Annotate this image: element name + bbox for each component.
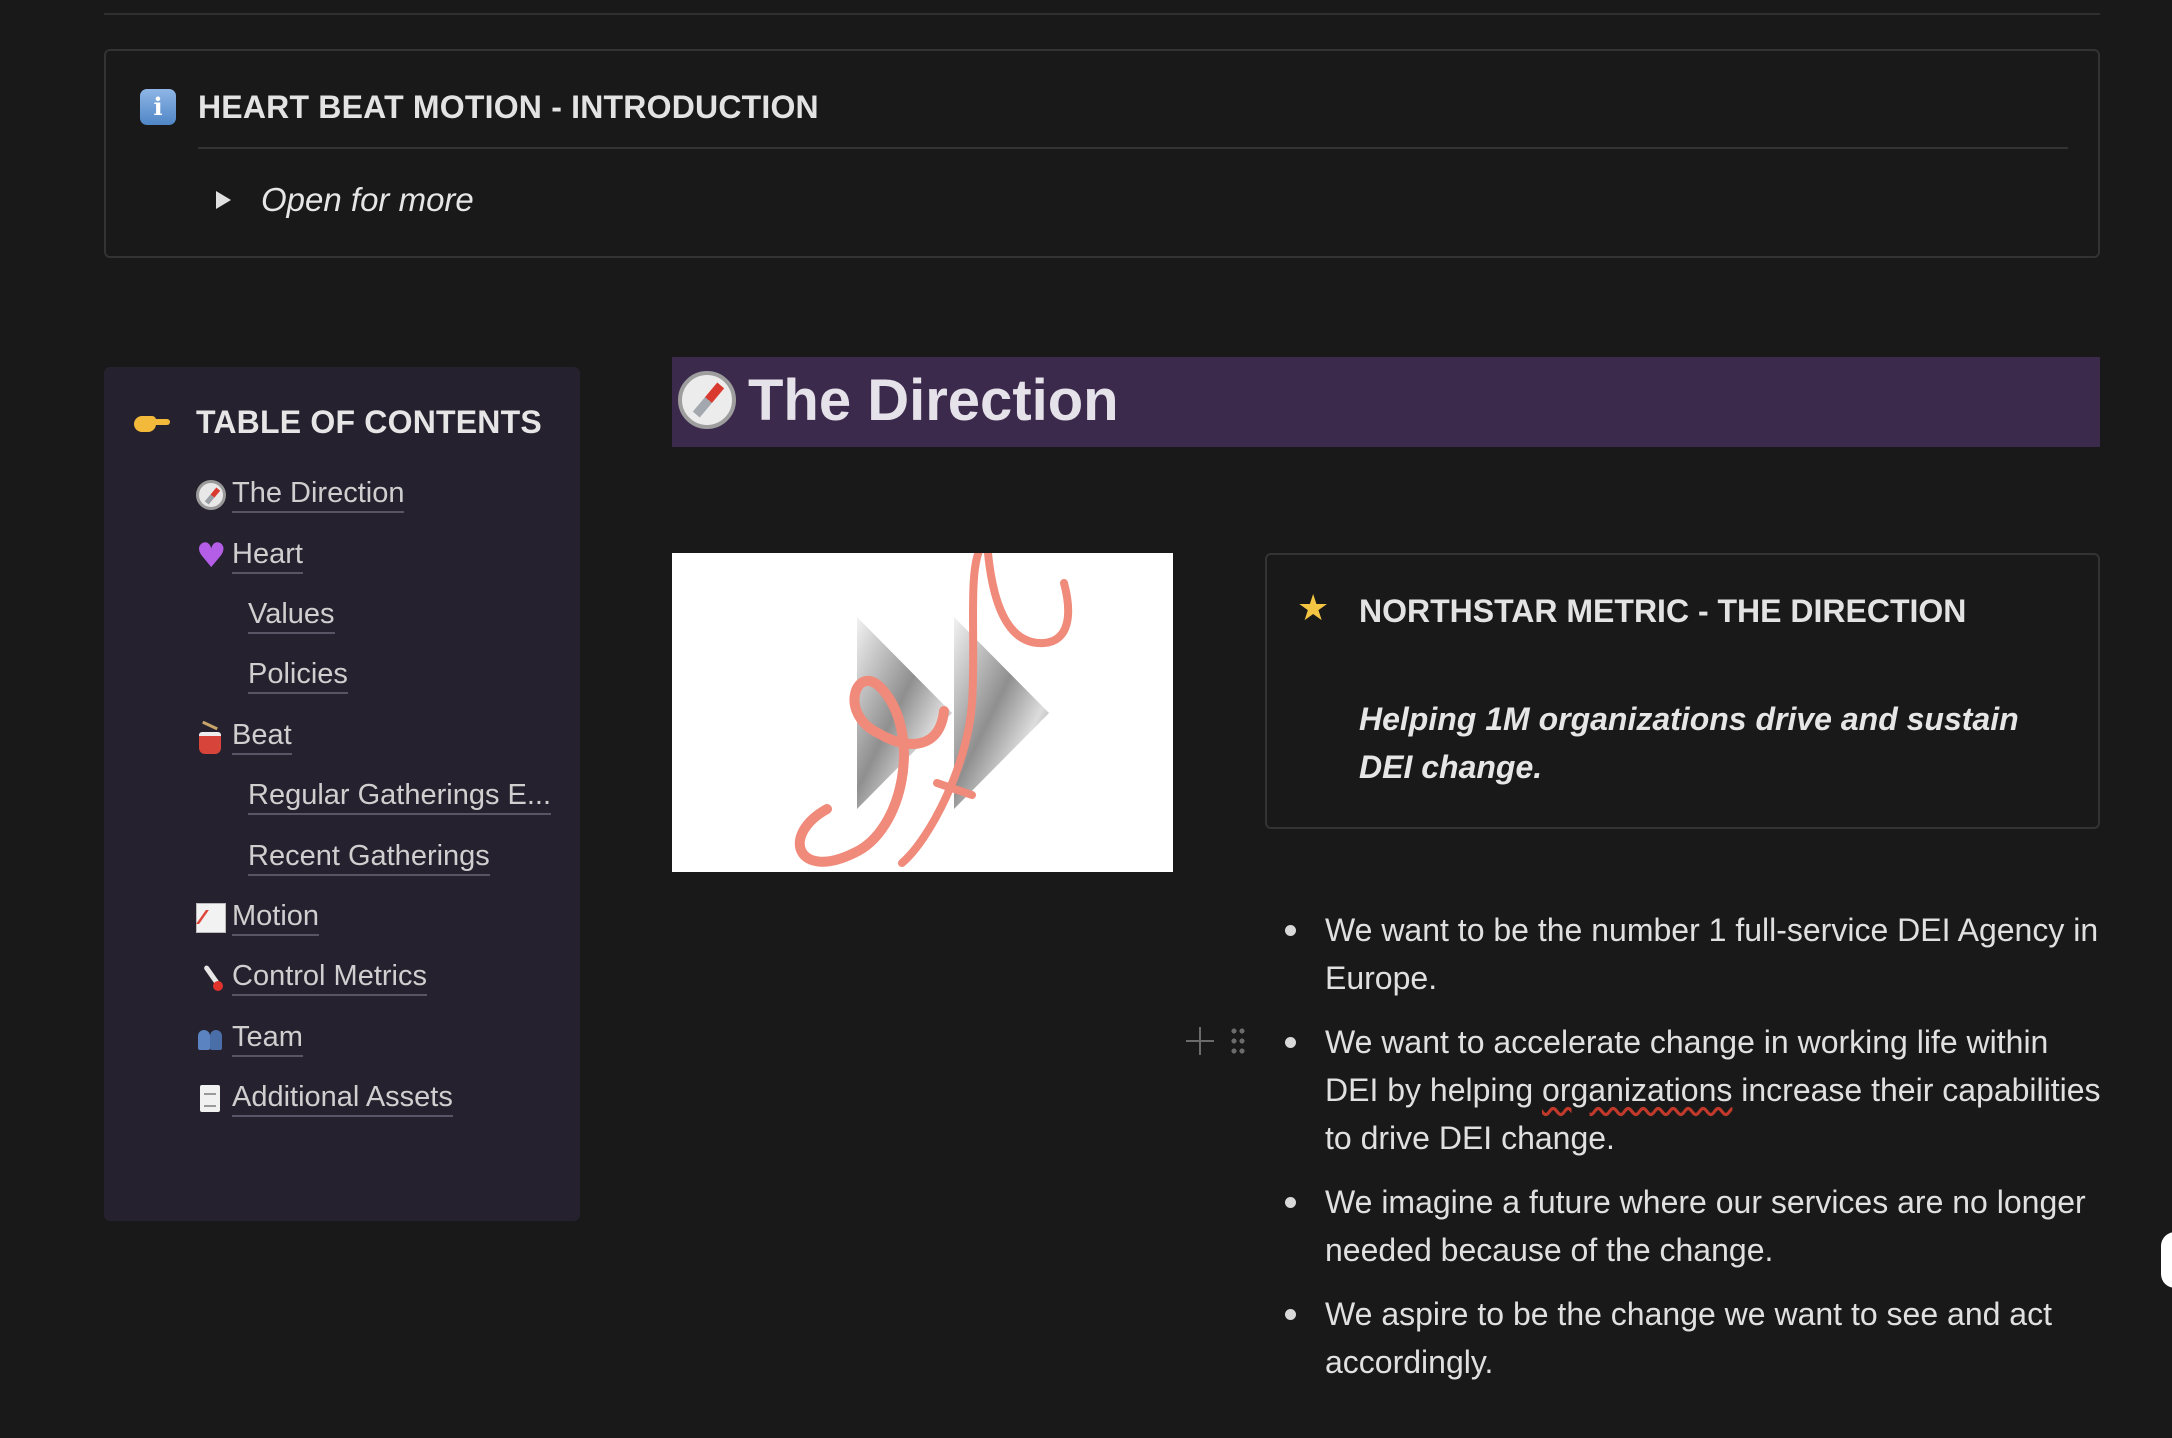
toc-item-heart[interactable]: Heart — [196, 525, 551, 585]
list-item[interactable]: We imagine a future where our services a… — [1282, 1178, 2102, 1274]
direction-heading: The Direction — [672, 357, 2100, 447]
toc-link[interactable]: Heart — [232, 538, 303, 574]
toc-item-control-metrics[interactable]: Control Metrics — [196, 948, 551, 1008]
bullet-icon — [1285, 925, 1296, 936]
add-block-icon[interactable] — [1186, 1027, 1214, 1055]
divider — [104, 13, 2100, 15]
chart-increasing-icon — [196, 902, 226, 933]
bullet-icon — [1285, 1197, 1296, 1208]
toc-header: TABLE OF CONTENTS — [132, 404, 542, 441]
people-icon — [196, 1024, 226, 1054]
toc-item-values[interactable]: Values — [196, 586, 551, 646]
compass-icon — [196, 480, 226, 511]
toc-link[interactable]: Beat — [232, 719, 292, 755]
toc-item-the-direction[interactable]: The Direction — [196, 465, 551, 525]
list-item-text: We aspire to be the change we want to se… — [1325, 1296, 2052, 1380]
toc-link[interactable]: Regular Gatherings E... — [248, 779, 552, 816]
toc-link[interactable]: Policies — [248, 658, 348, 695]
northstar-title: NORTHSTAR METRIC - THE DIRECTION — [1359, 593, 1967, 629]
toc-item-beat[interactable]: Beat — [196, 707, 551, 767]
toc-link[interactable]: Additional Assets — [232, 1081, 453, 1118]
toc-list: The Direction Heart Values Policies Beat… — [196, 465, 552, 1129]
table-of-contents: TABLE OF CONTENTS The Direction Heart Va… — [104, 367, 580, 1221]
intro-callout-title: HEART BEAT MOTION - INTRODUCTION — [198, 89, 819, 125]
list-item-text: We imagine a future where our services a… — [1325, 1184, 2086, 1268]
purple-heart-icon — [196, 536, 226, 576]
toc-item-policies[interactable]: Policies — [196, 646, 551, 706]
toc-item-additional-assets[interactable]: Additional Assets — [196, 1069, 551, 1129]
divider — [198, 147, 2068, 149]
open-for-more-toggle[interactable]: Open for more — [210, 181, 474, 219]
scrollbar-thumb[interactable] — [2161, 1232, 2172, 1288]
toc-link[interactable]: Recent Gatherings — [248, 840, 490, 876]
compass-icon — [678, 371, 736, 429]
drag-handle-icon[interactable] — [1230, 1026, 1246, 1056]
list-item[interactable]: We aspire to be the change we want to se… — [1282, 1290, 2102, 1386]
spellcheck-flagged-word[interactable]: organizations — [1542, 1072, 1732, 1108]
toggle-label: Open for more — [261, 181, 474, 218]
logo-illustration — [794, 553, 1073, 867]
toc-link[interactable]: Control Metrics — [232, 960, 427, 997]
cover-image[interactable] — [672, 553, 1173, 872]
block-controls — [1186, 1026, 1246, 1056]
glowing-star-icon: ★ — [1297, 588, 1330, 629]
direction-bullets: We want to be the number 1 full-service … — [1282, 906, 2102, 1402]
toc-item-recent-gatherings[interactable]: Recent Gatherings — [196, 827, 551, 887]
northstar-callout: ★ NORTHSTAR METRIC - THE DIRECTION Helpi… — [1265, 553, 2100, 829]
toc-title: TABLE OF CONTENTS — [196, 404, 542, 440]
toc-link[interactable]: Values — [248, 598, 335, 634]
list-item[interactable]: We want to be the number 1 full-service … — [1282, 906, 2102, 1002]
pointing-hand-icon — [132, 410, 170, 436]
toc-item-regular-gatherings[interactable]: Regular Gatherings E... — [196, 767, 552, 827]
toc-item-team[interactable]: Team — [196, 1009, 551, 1069]
toc-item-motion[interactable]: Motion — [196, 888, 551, 948]
list-item-text: We want to be the number 1 full-service … — [1325, 912, 2099, 996]
toc-link[interactable]: Team — [232, 1021, 303, 1057]
intro-callout: i HEART BEAT MOTION - INTRODUCTION Open … — [104, 49, 2100, 258]
information-icon: i — [140, 89, 176, 125]
notion-page: i HEART BEAT MOTION - INTRODUCTION Open … — [0, 0, 2172, 1438]
toc-link[interactable]: Motion — [232, 900, 320, 936]
thermometer-icon — [196, 963, 226, 993]
northstar-text: Helping 1M organizations drive and susta… — [1359, 701, 2019, 785]
drum-icon — [196, 722, 226, 754]
list-item[interactable]: We want to accelerate change in working … — [1282, 1018, 2102, 1162]
bullet-icon — [1285, 1037, 1296, 1048]
toggle-arrow-icon[interactable] — [216, 191, 231, 209]
toc-link[interactable]: The Direction — [232, 477, 405, 514]
document-icon — [196, 1084, 226, 1114]
page-section-title: The Direction — [748, 368, 1119, 433]
bullet-icon — [1285, 1309, 1296, 1320]
